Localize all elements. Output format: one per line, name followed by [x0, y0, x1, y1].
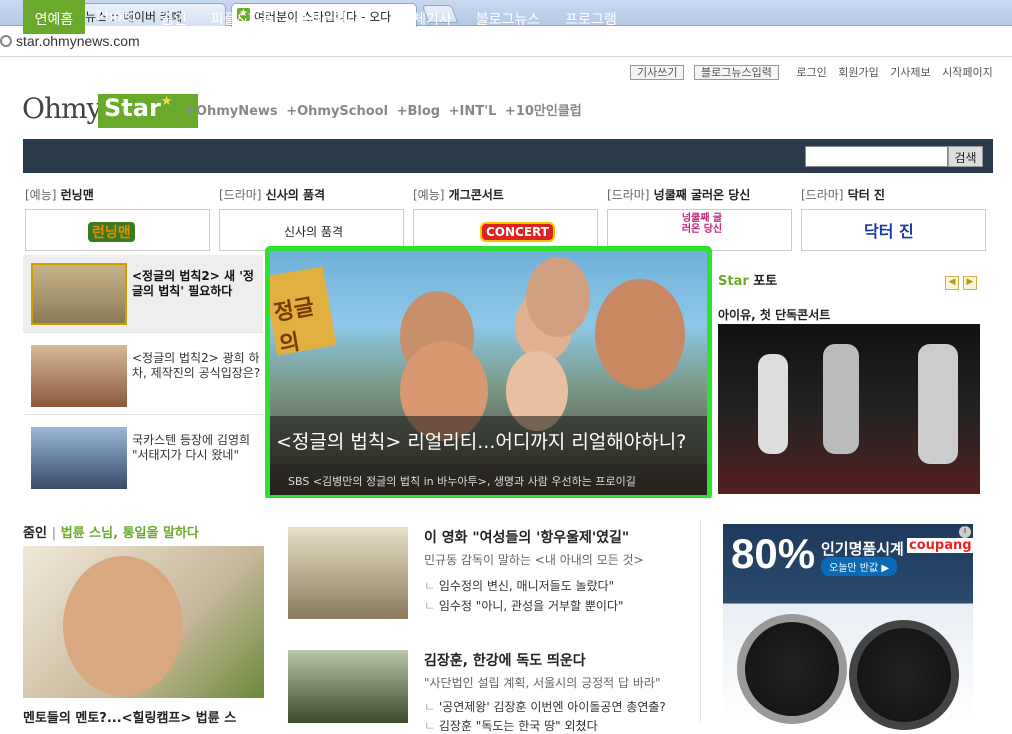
login-link[interactable]: 로그인 — [796, 66, 826, 79]
divider — [700, 520, 701, 723]
hero-subtitle[interactable]: SBS <김병만의 정글의 법칙 in 바누아투>, 생명과 사람 우선하는 프… — [270, 464, 707, 495]
list-item[interactable]: 국카스텐 등장에 김영희 "서태지가 다시 왔네" — [23, 419, 263, 497]
ad-cta-button[interactable]: 오늘만 반값 ▶ — [821, 557, 898, 576]
news-sub-link[interactable]: 임수정의 변신, 매니저들도 놀랐다" — [424, 577, 614, 594]
blog-news-button[interactable]: 블로그뉴스입력 — [693, 65, 779, 80]
program-logo[interactable]: CONCERT — [413, 209, 598, 251]
headline-list: <정글의 법칙2> 새 '정글의 법칙' 필요하다 <정글의 법칙2> 광희 하… — [23, 255, 263, 495]
program-shortcut[interactable]: [드라마] 신사의 품격 신사의 품격 — [219, 186, 404, 251]
nav-zoomin[interactable]: 줌인 — [150, 0, 198, 34]
watch-image — [849, 620, 959, 730]
news-item[interactable]: 김장훈, 한강에 독도 띄운다 "사단법인 설립 계획, 서울시의 긍정적 답 … — [288, 650, 698, 733]
program-shortcut[interactable]: [드라마] 넝쿨째 굴러온 당신 넝쿨째 굴러온 당신 — [607, 186, 792, 251]
coupang-logo: coupang — [907, 538, 974, 553]
program-shortcut[interactable]: [예능] 런닝맨 런닝맨 — [25, 186, 210, 251]
prev-arrow-icon[interactable]: ◀ — [945, 276, 959, 290]
news-thumbnail[interactable] — [288, 527, 408, 619]
thumbnail[interactable] — [31, 345, 127, 407]
intl-link[interactable]: +INT'L — [449, 104, 497, 119]
write-article-button[interactable]: 기사쓰기 — [630, 65, 685, 80]
globe-icon — [0, 35, 12, 47]
search-button[interactable]: 검색 — [948, 146, 983, 167]
nav-programs[interactable]: 프로그램 — [558, 0, 624, 34]
thumbnail[interactable] — [31, 263, 127, 325]
program-logo[interactable]: 런닝맨 — [25, 209, 210, 251]
news-desc[interactable]: "사단법인 설립 계획, 서울시의 긍정적 답 바라" — [424, 674, 660, 691]
blog-link[interactable]: +Blog — [397, 104, 441, 119]
nav-all-articles[interactable]: 전체기사 — [392, 0, 460, 34]
performer-figure — [758, 354, 788, 454]
nav-photo[interactable]: Photo — [86, 0, 146, 34]
zoomin-section: 줌인 | 법륜 스님, 통일을 말하다 멘토들의 멘토?...<힐링캠프> 법륜… — [23, 522, 268, 726]
concert-photo[interactable] — [718, 324, 980, 494]
hero-headline[interactable]: <정글의 법칙> 리얼리티...어디까지 리얼해야하니? — [270, 416, 707, 464]
news-title[interactable]: 김장훈, 한강에 독도 띄운다 — [424, 650, 586, 670]
star-photo-section: Star 포토 ◀ ▶ 아이유, 첫 단독콘서트 — [718, 270, 980, 494]
search-input[interactable] — [805, 146, 948, 167]
utility-links: 기사쓰기 블로그뉴스입력 로그인 회원가입 기사제보 시작페이지 — [630, 64, 993, 80]
program-shortcut[interactable]: [예능] 개그콘서트 CONCERT — [413, 186, 598, 251]
nav-people[interactable]: 피플&피플 — [204, 0, 280, 34]
family-site-nav: +OhmyNews +OhmySchool +Blog +INT'L +10만인… — [185, 100, 586, 119]
join-link[interactable]: 회원가입 — [838, 66, 878, 79]
performer-figure — [918, 344, 958, 464]
club-link[interactable]: +10만인클럽 — [505, 104, 582, 119]
news-sub-link[interactable]: '공연제왕' 김장훈 이번엔 아이돌공연 총연출? — [424, 698, 666, 715]
zoomin-headline[interactable]: 멘토들의 멘토?...<힐링캠프> 법륜 스 — [23, 707, 236, 726]
performer-figure — [823, 344, 859, 454]
news-desc[interactable]: 민규동 감독이 말하는 <내 아내의 모든 것> — [424, 551, 644, 568]
ohmynews-link[interactable]: +OhmyNews — [185, 104, 278, 119]
list-item[interactable]: <정글의 법칙2> 새 '정글의 법칙' 필요하다 — [23, 255, 263, 333]
program-logo[interactable]: 넝쿨째 굴러온 당신 — [607, 209, 792, 251]
news-title[interactable]: 이 영화 "여성들의 '항우울제'였길" — [424, 527, 629, 547]
next-arrow-icon[interactable]: ▶ — [963, 276, 977, 290]
thumbnail[interactable] — [31, 427, 127, 489]
logo-star: Star★ — [98, 94, 198, 128]
report-link[interactable]: 기사제보 — [890, 66, 930, 79]
photo-caption[interactable]: 아이유, 첫 단독콘서트 — [718, 306, 830, 323]
nav-blog-news[interactable]: 블로그뉴스 — [468, 0, 548, 34]
url-text[interactable]: star.ohmynews.com — [16, 33, 140, 49]
person-face — [595, 279, 685, 389]
program-logo[interactable]: 닥터 진 — [801, 209, 986, 251]
list-item[interactable]: <정글의 법칙2> 광희 하차, 제작진의 공식입장은? — [23, 337, 263, 415]
star-icon: ★ — [160, 94, 173, 109]
ad-banner[interactable]: 80% 인기명품시계 coupang 오늘만 반값 ▶ i — [723, 524, 974, 730]
zoomin-photo[interactable] — [23, 546, 264, 698]
nav-indie[interactable]: 우리는인디다 — [288, 0, 380, 34]
info-icon[interactable]: i — [959, 526, 971, 538]
watch-image — [737, 614, 847, 724]
news-sub-link[interactable]: 김장훈 "독도는 한국 땅" 외쳤다 — [424, 717, 598, 734]
news-sub-link[interactable]: 임수정 "아니, 관성을 거부할 뿐이다" — [424, 597, 624, 614]
jungle-sign: 정글의 — [270, 266, 337, 358]
hero-feature[interactable]: 정글의 <정글의 법칙> 리얼리티...어디까지 리얼해야하니? SBS <김병… — [265, 246, 712, 500]
nav-entertainment-home[interactable]: 연예홈 — [23, 0, 85, 34]
news-item[interactable]: 이 영화 "여성들의 '항우울제'였길" 민규동 감독이 말하는 <내 아내의 … — [288, 527, 698, 647]
news-thumbnail[interactable] — [288, 650, 408, 723]
ohmyschool-link[interactable]: +OhmySchool — [286, 104, 388, 119]
program-shortcut[interactable]: [드라마] 닥터 진 닥터 진 — [801, 186, 986, 251]
start-page-link[interactable]: 시작페이지 — [942, 66, 993, 79]
person-face — [526, 257, 590, 337]
program-logo[interactable]: 신사의 품격 — [219, 209, 404, 251]
